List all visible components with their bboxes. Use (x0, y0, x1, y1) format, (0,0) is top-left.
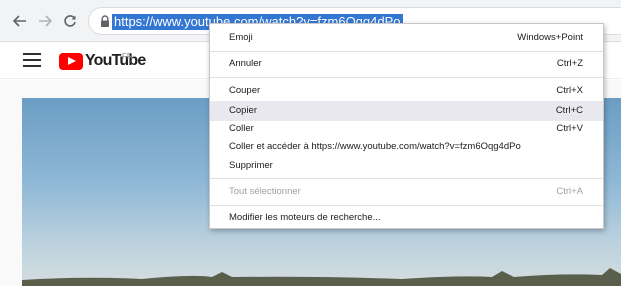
menu-item-label: Copier (229, 105, 257, 116)
menu-item-label: Supprimer (229, 160, 273, 171)
back-button[interactable] (10, 11, 30, 31)
reload-button[interactable] (60, 11, 80, 31)
menu-item-emoji[interactable]: Emoji Windows+Point (210, 28, 603, 48)
back-arrow-icon (13, 15, 26, 27)
youtube-play-icon (59, 52, 83, 70)
menu-item-copy[interactable]: Copier Ctrl+C (210, 101, 603, 121)
menu-separator (210, 178, 603, 179)
menu-item-label: Couper (229, 85, 261, 96)
menu-separator (210, 51, 603, 52)
menu-separator (210, 77, 603, 78)
menu-item-label: Coller et accéder à https://www.youtube.… (229, 141, 521, 152)
menu-item-shortcut: Ctrl+A (556, 186, 583, 197)
menu-item-cut[interactable]: Couper Ctrl+X (210, 81, 603, 101)
landscape-silhouette (22, 268, 621, 286)
menu-item-edit-search-engines[interactable]: Modifier les moteurs de recherche... (210, 208, 603, 228)
menu-item-label: Tout sélectionner (229, 186, 301, 197)
menu-item-label: Emoji (229, 32, 253, 43)
menu-icon[interactable] (23, 53, 41, 67)
menu-item-label: Coller (229, 123, 254, 134)
reload-icon (64, 15, 76, 27)
lock-icon (101, 15, 109, 27)
forward-button[interactable] (35, 11, 55, 31)
menu-item-shortcut: Ctrl+X (556, 85, 583, 96)
youtube-wordmark: YouTube (85, 52, 146, 69)
menu-item-label: Annuler (229, 58, 262, 69)
forward-arrow-icon (39, 15, 52, 27)
menu-item-paste-and-go[interactable]: Coller et accéder à https://www.youtube.… (210, 137, 603, 157)
menu-item-shortcut: Ctrl+Z (556, 58, 583, 69)
country-code: FR (122, 52, 133, 61)
menu-separator (210, 205, 603, 206)
context-menu: Emoji Windows+Point Annuler Ctrl+Z Coupe… (209, 23, 604, 229)
menu-item-undo[interactable]: Annuler Ctrl+Z (210, 54, 603, 74)
menu-item-shortcut: Windows+Point (517, 32, 583, 43)
menu-item-shortcut: Ctrl+C (555, 105, 583, 116)
menu-item-label: Modifier les moteurs de recherche... (229, 212, 381, 223)
menu-item-select-all: Tout sélectionner Ctrl+A (210, 182, 603, 202)
menu-item-delete[interactable]: Supprimer (210, 156, 603, 176)
menu-item-paste[interactable]: Coller Ctrl+V (210, 119, 603, 139)
menu-item-shortcut: Ctrl+V (556, 123, 583, 134)
